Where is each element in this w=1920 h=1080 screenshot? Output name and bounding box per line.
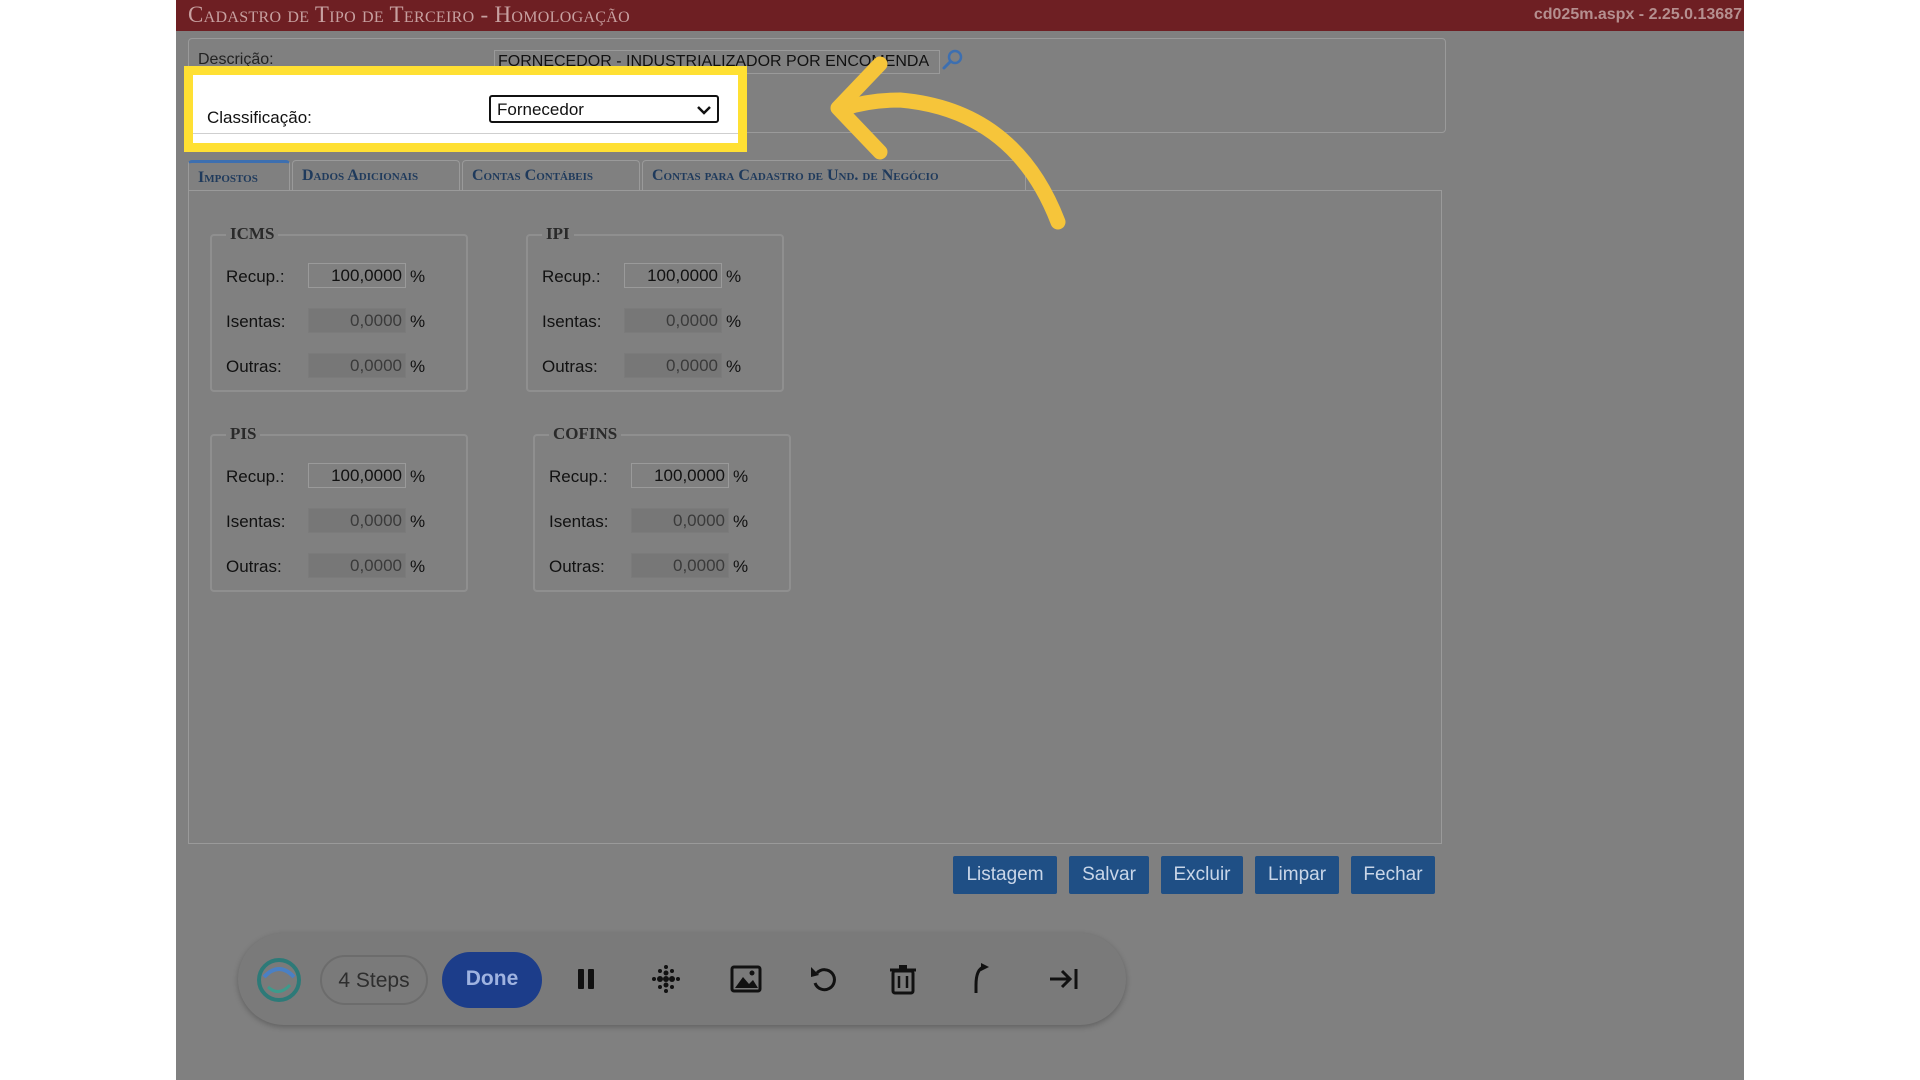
isentas-row: Isentas: 0,0000 % bbox=[226, 508, 466, 534]
logo-icon[interactable] bbox=[256, 957, 302, 1003]
isentas-row: Isentas: 0,0000 % bbox=[542, 308, 782, 334]
outras-row: Outras: 0,0000 % bbox=[549, 553, 789, 579]
percent-label: % bbox=[733, 557, 749, 576]
tab-label: Contas para Cadastro de Und. de Negócio bbox=[652, 167, 939, 184]
pis-recup-input[interactable]: 100,0000 bbox=[308, 463, 406, 488]
percent-label: % bbox=[733, 512, 749, 531]
recup-row: Recup.: 100,0000 % bbox=[226, 463, 466, 489]
fieldset-legend: PIS bbox=[226, 424, 261, 444]
classification-highlight: Classificação: Fornecedor bbox=[184, 66, 747, 152]
recup-row: Recup.: 100,0000 % bbox=[542, 263, 782, 289]
fieldset-legend: COFINS bbox=[549, 424, 622, 444]
version-label: cd025m.aspx - 2.25.0.13687 bbox=[1533, 6, 1742, 23]
recup-label: Recup.: bbox=[542, 267, 601, 286]
fechar-button[interactable]: Fechar bbox=[1351, 856, 1435, 894]
isentas-label: Isentas: bbox=[542, 312, 602, 331]
classification-select[interactable]: Fornecedor bbox=[489, 95, 719, 123]
fieldset-legend: ICMS bbox=[226, 224, 279, 244]
percent-label: % bbox=[410, 557, 426, 576]
percent-label: % bbox=[733, 467, 749, 486]
isentas-label: Isentas: bbox=[549, 512, 609, 531]
blur-icon[interactable] bbox=[648, 961, 684, 997]
recorder-toolbar: 4 Steps Done bbox=[238, 933, 1126, 1025]
recup-label: Recup.: bbox=[226, 267, 285, 286]
chevron-down-icon bbox=[697, 106, 711, 115]
recup-row: Recup.: 100,0000 % bbox=[549, 463, 789, 489]
limpar-button[interactable]: Limpar bbox=[1255, 856, 1339, 894]
recup-row: Recup.: 100,0000 % bbox=[226, 263, 466, 289]
ipi-isentas-input: 0,0000 bbox=[624, 308, 722, 333]
icms-recup-input[interactable]: 100,0000 bbox=[308, 263, 406, 288]
pis-fieldset: PIS Recup.: 100,0000 % Isentas: 0,0000 %… bbox=[210, 424, 468, 592]
title-bar: Cadastro de Tipo de Terceiro - Homologaç… bbox=[176, 0, 1744, 31]
fieldset-legend: IPI bbox=[542, 224, 574, 244]
page-title: Cadastro de Tipo de Terceiro - Homologaç… bbox=[188, 2, 630, 27]
ipi-fieldset: IPI Recup.: 100,0000 % Isentas: 0,0000 %… bbox=[526, 224, 784, 392]
outras-label: Outras: bbox=[226, 357, 282, 376]
percent-label: % bbox=[410, 267, 426, 286]
tab-label: Dados Adicionais bbox=[302, 167, 419, 184]
tab-dados-adicionais[interactable]: Dados Adicionais bbox=[292, 160, 460, 190]
salvar-button[interactable]: Salvar bbox=[1069, 856, 1149, 894]
excluir-button[interactable]: Excluir bbox=[1161, 856, 1243, 894]
isentas-row: Isentas: 0,0000 % bbox=[226, 308, 466, 334]
search-icon[interactable] bbox=[941, 48, 965, 72]
tab-contas-contabeis[interactable]: Contas Contábeis bbox=[462, 160, 640, 190]
outras-row: Outras: 0,0000 % bbox=[542, 353, 782, 379]
done-button[interactable]: Done bbox=[442, 952, 542, 1008]
ipi-outras-input: 0,0000 bbox=[624, 353, 722, 378]
listagem-button[interactable]: Listagem bbox=[953, 856, 1057, 894]
percent-label: % bbox=[410, 512, 426, 531]
cofins-recup-input[interactable]: 100,0000 bbox=[631, 463, 729, 488]
percent-label: % bbox=[726, 312, 742, 331]
tab-label: Impostos bbox=[198, 169, 258, 186]
icms-fieldset: ICMS Recup.: 100,0000 % Isentas: 0,0000 … bbox=[210, 224, 468, 392]
tab-impostos[interactable]: Impostos bbox=[188, 160, 290, 190]
outras-label: Outras: bbox=[542, 357, 598, 376]
app-window: Cadastro de Tipo de Terceiro - Homologaç… bbox=[176, 0, 1744, 1080]
isentas-label: Isentas: bbox=[226, 312, 286, 331]
outras-label: Outras: bbox=[226, 557, 282, 576]
tab-label: Contas Contábeis bbox=[472, 167, 594, 184]
outras-row: Outras: 0,0000 % bbox=[226, 353, 466, 379]
skip-to-end-icon[interactable] bbox=[1046, 961, 1082, 997]
recup-label: Recup.: bbox=[549, 467, 608, 486]
outras-label: Outras: bbox=[549, 557, 605, 576]
icms-isentas-input: 0,0000 bbox=[308, 308, 406, 333]
isentas-row: Isentas: 0,0000 % bbox=[549, 508, 789, 534]
pause-icon[interactable] bbox=[568, 961, 604, 997]
tab-contas-und-negocio[interactable]: Contas para Cadastro de Und. de Negócio bbox=[642, 160, 1026, 190]
percent-label: % bbox=[410, 312, 426, 331]
ipi-recup-input[interactable]: 100,0000 bbox=[624, 263, 722, 288]
classification-value: Fornecedor bbox=[497, 100, 584, 119]
percent-label: % bbox=[410, 357, 426, 376]
image-icon[interactable] bbox=[728, 961, 764, 997]
cofins-fieldset: COFINS Recup.: 100,0000 % Isentas: 0,000… bbox=[533, 424, 791, 592]
percent-label: % bbox=[410, 467, 426, 486]
isentas-label: Isentas: bbox=[226, 512, 286, 531]
cofins-outras-input: 0,0000 bbox=[631, 553, 729, 578]
trash-icon[interactable] bbox=[885, 961, 921, 997]
classification-label: Classificação: bbox=[207, 108, 312, 127]
outras-row: Outras: 0,0000 % bbox=[226, 553, 466, 579]
undo-icon[interactable] bbox=[806, 961, 842, 997]
cofins-isentas-input: 0,0000 bbox=[631, 508, 729, 533]
percent-label: % bbox=[726, 267, 742, 286]
pis-isentas-input: 0,0000 bbox=[308, 508, 406, 533]
divider bbox=[193, 133, 738, 134]
icms-outras-input: 0,0000 bbox=[308, 353, 406, 378]
pis-outras-input: 0,0000 bbox=[308, 553, 406, 578]
steps-counter[interactable]: 4 Steps bbox=[320, 955, 428, 1005]
branch-icon[interactable] bbox=[964, 961, 1000, 997]
percent-label: % bbox=[726, 357, 742, 376]
recup-label: Recup.: bbox=[226, 467, 285, 486]
